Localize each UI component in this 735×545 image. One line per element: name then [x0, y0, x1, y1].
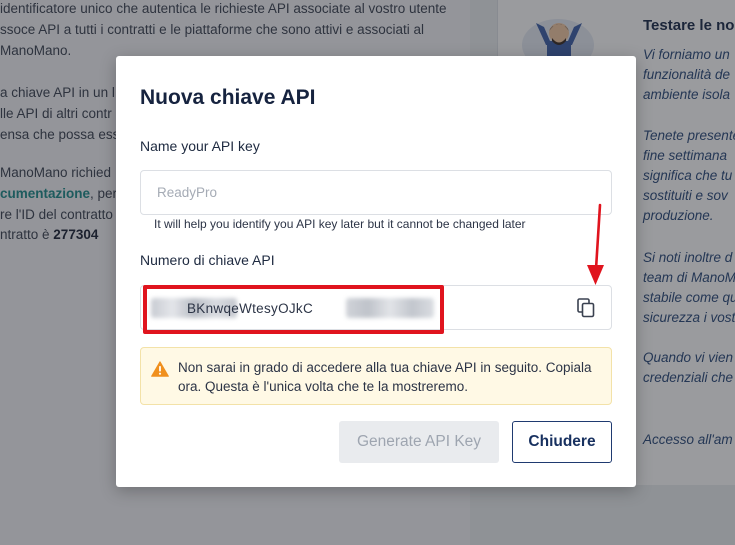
- api-key-name-label: Name your API key: [140, 138, 260, 154]
- new-api-key-dialog: Nuova chiave API Name your API key It wi…: [116, 56, 636, 487]
- warning-banner: Non sarai in grado di accedere alla tua …: [140, 347, 612, 405]
- api-key-name-hint: It will help you identify you API key la…: [154, 217, 526, 231]
- api-key-field[interactable]: BKnwqeWtesyOJkC: [140, 285, 612, 330]
- dialog-title: Nuova chiave API: [140, 86, 316, 109]
- warning-text: Non sarai in grado di accedere alla tua …: [178, 360, 592, 394]
- api-key-name-input[interactable]: [140, 170, 612, 215]
- api-key-value: BKnwqeWtesyOJkC: [187, 301, 314, 316]
- copy-icon[interactable]: [575, 297, 597, 319]
- generate-api-key-button[interactable]: Generate API Key: [339, 421, 499, 463]
- close-button[interactable]: Chiudere: [512, 421, 612, 463]
- api-key-number-label: Numero di chiave API: [140, 252, 275, 268]
- warning-icon: [151, 361, 169, 377]
- redacted-key-part: [346, 298, 434, 318]
